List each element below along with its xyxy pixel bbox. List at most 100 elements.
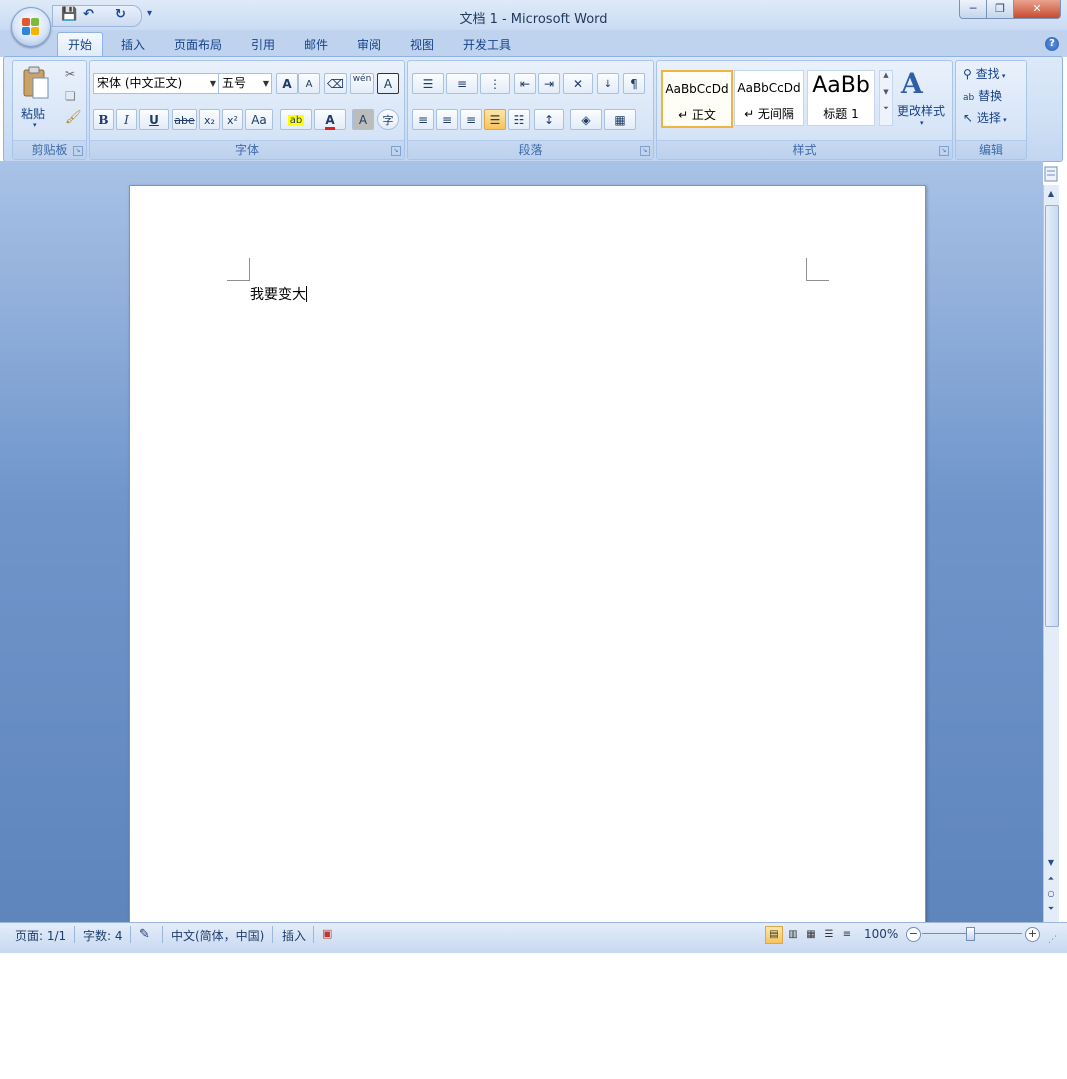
- tab-review[interactable]: 审阅: [357, 36, 381, 53]
- tab-view[interactable]: 视图: [410, 36, 434, 53]
- copy-icon[interactable]: ❏: [65, 89, 76, 103]
- distributed-icon[interactable]: ☷: [508, 109, 530, 130]
- next-page-icon[interactable]: ⏷: [1045, 903, 1057, 915]
- font-color-button[interactable]: A: [314, 109, 346, 130]
- zoom-out-icon[interactable]: −: [906, 927, 921, 942]
- bold-button[interactable]: B: [93, 109, 114, 130]
- draft-icon[interactable]: ≡: [838, 926, 856, 944]
- document-page[interactable]: 我要变大: [129, 185, 926, 927]
- numbering-icon[interactable]: ≡: [446, 73, 478, 94]
- style-normal[interactable]: AaBbCcDd ↵ 正文: [661, 70, 733, 128]
- insert-mode[interactable]: 插入: [282, 927, 306, 944]
- cut-icon[interactable]: ✂: [65, 67, 75, 81]
- chinese-layout-icon[interactable]: ✕: [563, 73, 593, 94]
- restore-button[interactable]: ❐: [986, 0, 1014, 19]
- paste-dropdown-icon[interactable]: ▾: [33, 121, 37, 129]
- document-text[interactable]: 我要变大: [250, 287, 306, 303]
- scroll-up-icon[interactable]: ▲: [1045, 188, 1057, 200]
- view-ruler-icon[interactable]: [1044, 165, 1058, 183]
- macro-record-icon[interactable]: ▣: [322, 927, 332, 940]
- paragraph-launcher-icon[interactable]: ↘: [640, 146, 650, 156]
- justify-icon[interactable]: ☰: [484, 109, 506, 130]
- chevron-down-icon[interactable]: ▾: [920, 119, 924, 127]
- scroll-down-icon[interactable]: ▼: [1045, 857, 1057, 869]
- shrink-font-button[interactable]: A: [298, 73, 320, 94]
- scroll-thumb[interactable]: [1045, 205, 1059, 627]
- title-bar: 💾 ↶ ↻ ▾ 文档 1 - Microsoft Word ─ ❐ ✕: [0, 0, 1067, 47]
- style-no-spacing[interactable]: AaBbCcDd ↵ 无间隔: [734, 70, 804, 126]
- minimize-button[interactable]: ─: [959, 0, 987, 19]
- find-button[interactable]: ⚲ 查找 ▾: [963, 65, 1005, 82]
- paste-label[interactable]: 粘贴: [21, 105, 45, 122]
- office-button[interactable]: [11, 7, 51, 47]
- borders-icon[interactable]: ▦: [604, 109, 636, 130]
- browse-object-icon[interactable]: ○: [1045, 888, 1057, 900]
- more-styles-icon[interactable]: ⏷: [880, 104, 892, 113]
- sort-icon[interactable]: ↓: [597, 73, 619, 94]
- align-left-icon[interactable]: ≡: [412, 109, 434, 130]
- font-size-combo[interactable]: 五号 ▼: [218, 73, 272, 94]
- paste-icon[interactable]: [21, 66, 51, 102]
- replace-button[interactable]: ab 替换: [963, 87, 1002, 104]
- tab-home[interactable]: 开始: [57, 32, 104, 58]
- underline-button[interactable]: U: [139, 109, 169, 130]
- line-spacing-icon[interactable]: ↕: [534, 109, 564, 130]
- clipboard-launcher-icon[interactable]: ↘: [73, 146, 83, 156]
- change-case-button[interactable]: Aa: [245, 109, 273, 130]
- vertical-scrollbar[interactable]: ▲ ▼ ⏶ ○ ⏷: [1043, 185, 1059, 922]
- previous-page-icon[interactable]: ⏶: [1045, 873, 1057, 885]
- scroll-down-icon[interactable]: ▼: [880, 88, 892, 96]
- format-painter-icon[interactable]: 🖌: [65, 110, 82, 125]
- shading-icon[interactable]: ◈: [570, 109, 602, 130]
- outline-icon[interactable]: ☰: [820, 926, 838, 944]
- tab-developer[interactable]: 开发工具: [463, 36, 511, 53]
- help-icon[interactable]: ?: [1045, 37, 1059, 51]
- styles-scroll[interactable]: ▲ ▼ ⏷: [879, 70, 893, 126]
- clear-format-button[interactable]: ⌫: [324, 73, 347, 94]
- zoom-slider-thumb[interactable]: [966, 927, 975, 941]
- multilevel-list-icon[interactable]: ⋮: [480, 73, 510, 94]
- tab-mailings[interactable]: 邮件: [304, 36, 328, 53]
- styles-launcher-icon[interactable]: ↘: [939, 146, 949, 156]
- decrease-indent-icon[interactable]: ⇤: [514, 73, 536, 94]
- divider: [162, 926, 163, 943]
- language-indicator[interactable]: 中文(简体，中国): [171, 927, 264, 944]
- strikethrough-button[interactable]: abe: [172, 109, 197, 130]
- font-launcher-icon[interactable]: ↘: [391, 146, 401, 156]
- change-styles-label[interactable]: 更改样式: [897, 102, 945, 119]
- print-layout-icon[interactable]: ▤: [765, 926, 783, 944]
- align-center-icon[interactable]: ≡: [436, 109, 458, 130]
- italic-button[interactable]: I: [116, 109, 137, 130]
- subscript-button[interactable]: x₂: [199, 109, 220, 130]
- enclose-char-button[interactable]: 字: [377, 109, 399, 130]
- highlight-button[interactable]: ab: [280, 109, 312, 130]
- tab-insert[interactable]: 插入: [121, 36, 145, 53]
- char-border-button[interactable]: A: [377, 73, 399, 94]
- proofing-icon[interactable]: ✎: [139, 927, 150, 942]
- bullets-icon[interactable]: ☰: [412, 73, 444, 94]
- char-shading-button[interactable]: A: [352, 109, 374, 130]
- tab-references[interactable]: 引用: [251, 36, 275, 53]
- style-heading-1[interactable]: AaBb 标题 1: [807, 70, 875, 126]
- document-body[interactable]: 我要变大: [250, 284, 307, 304]
- close-button[interactable]: ✕: [1013, 0, 1061, 19]
- full-screen-reading-icon[interactable]: ▥: [784, 926, 802, 944]
- word-count[interactable]: 字数: 4: [83, 927, 123, 944]
- increase-indent-icon[interactable]: ⇥: [538, 73, 560, 94]
- web-layout-icon[interactable]: ▦: [802, 926, 820, 944]
- page-indicator[interactable]: 页面: 1/1: [15, 927, 66, 944]
- align-right-icon[interactable]: ≡: [460, 109, 482, 130]
- zoom-in-icon[interactable]: +: [1025, 927, 1040, 942]
- scroll-up-icon[interactable]: ▲: [880, 71, 892, 79]
- superscript-button[interactable]: x²: [222, 109, 243, 130]
- font-name-combo[interactable]: 宋体 (中文正文) ▼: [93, 73, 219, 94]
- select-button[interactable]: ↖ 选择 ▾: [963, 109, 1007, 126]
- phonetic-guide-button[interactable]: wén: [350, 73, 374, 94]
- grow-font-button[interactable]: A: [276, 73, 298, 94]
- zoom-level[interactable]: 100%: [864, 927, 898, 941]
- show-marks-icon[interactable]: ¶: [623, 73, 645, 94]
- paragraph-group-label: 段落: [408, 140, 653, 159]
- tab-page-layout[interactable]: 页面布局: [174, 36, 222, 53]
- resize-grip-icon[interactable]: ⋰: [1048, 935, 1057, 945]
- change-styles-icon[interactable]: A: [901, 67, 923, 100]
